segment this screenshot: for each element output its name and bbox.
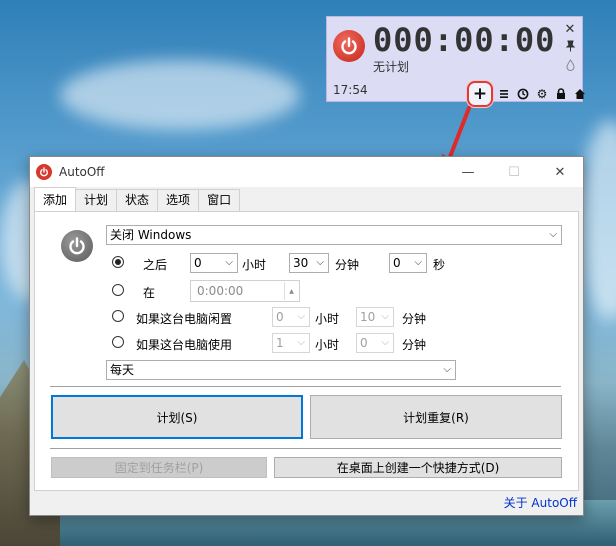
- lock-icon[interactable]: [553, 86, 569, 102]
- pin-icon[interactable]: [565, 40, 576, 56]
- chevron-down-icon: ⌵: [381, 311, 389, 322]
- close-button[interactable]: ✕: [537, 157, 583, 187]
- radio-idle[interactable]: [112, 310, 124, 322]
- repeat-select-value: 每天: [110, 363, 135, 377]
- about-link[interactable]: 关于 AutoOff: [504, 494, 577, 511]
- after-seconds-value: 0: [393, 256, 401, 270]
- create-shortcut-button[interactable]: 在桌面上创建一个快捷方式(D): [274, 457, 562, 478]
- tab-options[interactable]: 选项: [157, 189, 200, 211]
- minimize-button[interactable]: —: [445, 157, 491, 187]
- countdown-clock: 000:00:00: [373, 21, 556, 59]
- drop-icon[interactable]: [565, 59, 575, 75]
- at-label: 在: [143, 286, 156, 300]
- power-icon: [61, 230, 93, 262]
- idle-label: 如果这台电脑闲置: [136, 312, 233, 326]
- action-select[interactable]: 关闭 Windows ⌵: [106, 225, 562, 245]
- chevron-down-icon: ⌵: [297, 311, 305, 322]
- power-icon[interactable]: [333, 30, 365, 62]
- action-select-value: 关闭 Windows: [110, 228, 192, 242]
- tab-strip: 添加 计划 状态 选项 窗口: [34, 187, 241, 211]
- schedule-button[interactable]: 计划(S): [51, 395, 303, 439]
- clock-icon[interactable]: [515, 86, 531, 102]
- used-minutes-select: 0 ⌵: [356, 333, 394, 353]
- window-title: AutoOff: [59, 165, 105, 179]
- current-time: 17:54: [333, 83, 368, 97]
- background-cloud: [60, 60, 300, 130]
- after-hours-unit: 小时: [242, 258, 267, 272]
- tab-schedule[interactable]: 计划: [75, 189, 118, 211]
- chevron-down-icon: ⌵: [297, 337, 305, 348]
- mini-timer-widget: 000:00:00 无计划 17:54 ✕ + ⚙: [326, 16, 585, 107]
- at-time-value: 0:00:00: [197, 284, 244, 298]
- gear-icon[interactable]: ⚙: [534, 86, 550, 102]
- used-hours-select: 1 ⌵: [272, 333, 310, 353]
- after-label: 之后: [143, 258, 168, 272]
- tab-window[interactable]: 窗口: [198, 189, 241, 211]
- background-cloud: [580, 120, 616, 320]
- idle-minutes-value: 10: [360, 310, 376, 324]
- used-hours-value: 1: [276, 336, 284, 350]
- at-time-input: 0:00:00 ▲▼: [190, 280, 300, 315]
- divider: [50, 448, 561, 449]
- tab-status[interactable]: 状态: [116, 189, 159, 211]
- home-icon[interactable]: [572, 86, 588, 102]
- title-bar: AutoOff — ☐ ✕: [30, 157, 583, 187]
- radio-used[interactable]: [112, 336, 124, 348]
- idle-minutes-select: 10 ⌵: [356, 307, 394, 327]
- repeat-select[interactable]: 每天 ⌵: [106, 360, 456, 380]
- autooff-window: AutoOff — ☐ ✕ 添加 计划 状态 选项 窗口 关闭 Windows …: [29, 156, 584, 516]
- app-icon: [36, 164, 52, 180]
- after-minutes-select[interactable]: 30 ⌵: [289, 253, 329, 273]
- add-panel: 关闭 Windows ⌵ 之后 0 ⌵ 小时 30 ⌵ 分钟 0 ⌵ 秒 在 0…: [34, 211, 579, 491]
- used-hours-unit: 小时: [315, 338, 340, 352]
- chevron-down-icon: ⌵: [549, 229, 557, 240]
- tab-add[interactable]: 添加: [34, 187, 77, 211]
- spin-up-icon: ▲: [289, 288, 294, 295]
- used-label: 如果这台电脑使用: [136, 338, 233, 352]
- chevron-down-icon: ⌵: [443, 364, 451, 375]
- repeat-schedule-button[interactable]: 计划重复(R): [310, 395, 562, 439]
- chevron-down-icon: ⌵: [381, 337, 389, 348]
- idle-hours-select: 0 ⌵: [272, 307, 310, 327]
- idle-hours-value: 0: [276, 310, 284, 324]
- after-hours-value: 0: [194, 256, 202, 270]
- close-icon[interactable]: ✕: [565, 22, 576, 37]
- radio-at[interactable]: [112, 284, 124, 296]
- after-hours-select[interactable]: 0 ⌵: [190, 253, 238, 273]
- chevron-down-icon: ⌵: [316, 257, 324, 268]
- idle-hours-unit: 小时: [315, 312, 340, 326]
- chevron-down-icon: ⌵: [225, 257, 233, 268]
- after-seconds-select[interactable]: 0 ⌵: [389, 253, 427, 273]
- maximize-button: ☐: [508, 164, 520, 180]
- idle-minutes-unit: 分钟: [402, 312, 427, 326]
- list-icon[interactable]: [496, 86, 512, 102]
- chevron-down-icon: ⌵: [414, 257, 422, 268]
- divider: [50, 386, 561, 387]
- used-minutes-value: 0: [360, 336, 368, 350]
- radio-after[interactable]: [112, 256, 124, 268]
- mini-toolbar: + ⚙: [467, 81, 588, 107]
- after-minutes-value: 30: [293, 256, 309, 270]
- after-seconds-unit: 秒: [433, 258, 446, 272]
- after-minutes-unit: 分钟: [335, 258, 360, 272]
- used-minutes-unit: 分钟: [402, 338, 427, 352]
- pin-taskbar-button: 固定到任务栏(P): [51, 457, 267, 478]
- plan-status: 无计划: [373, 60, 410, 74]
